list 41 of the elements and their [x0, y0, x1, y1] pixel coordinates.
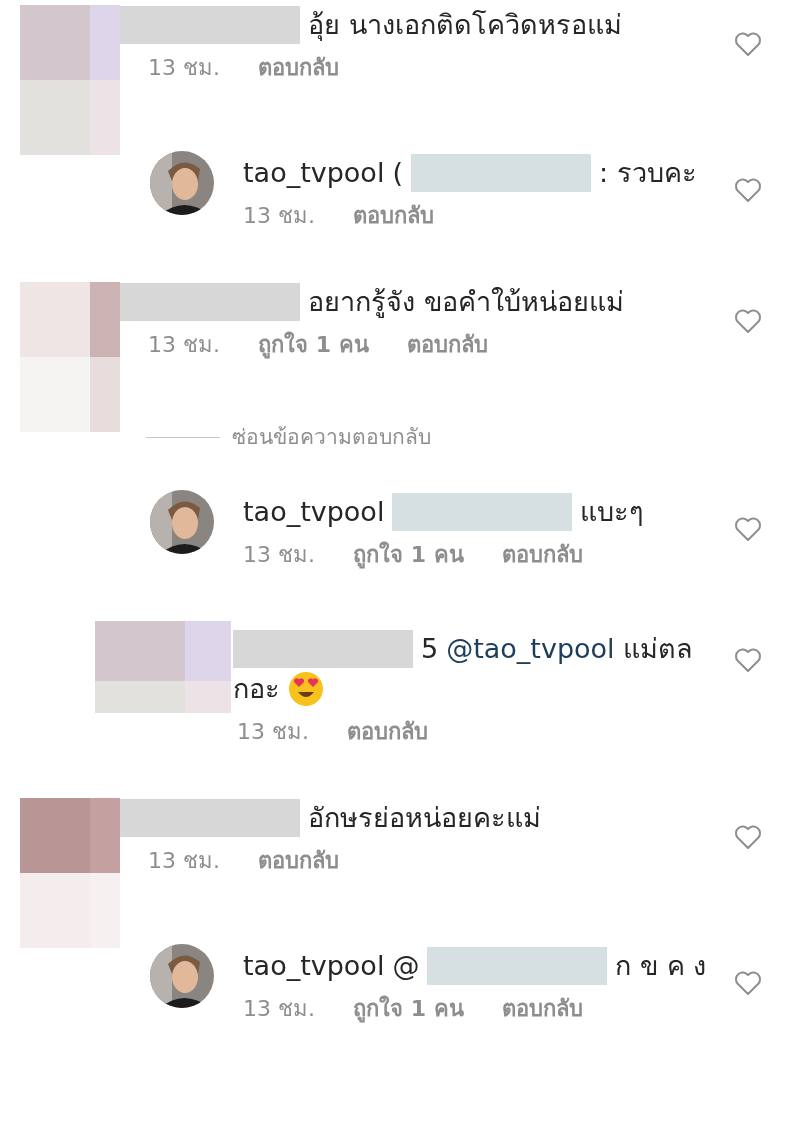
likes-link[interactable]: ถูกใจ 1 คน [258, 328, 369, 361]
heart-icon[interactable] [734, 515, 762, 542]
comment-text: แบะๆ [580, 494, 645, 529]
reply-link[interactable]: ตอบกลับ [501, 991, 583, 1025]
reply-link[interactable]: ตอบกลับ [353, 199, 434, 232]
comment-text: ( [392, 156, 403, 190]
timestamp: 13 ชม. [148, 846, 220, 875]
heart-icon[interactable] [734, 177, 762, 203]
likes-link[interactable]: ถูกใจ 1 คน [353, 537, 464, 571]
mention-link[interactable]: @tao_tvpool [446, 628, 615, 669]
timestamp: 13 ชม. [237, 717, 309, 746]
comment-text: : รวบคะ [598, 156, 697, 190]
timestamp: 13 ชม. [243, 994, 315, 1023]
heart-icon[interactable] [734, 969, 762, 996]
comment-text: 5 [421, 631, 439, 666]
heart-icon[interactable] [734, 31, 762, 57]
comment-text: อักษรย่อหน่อยคะแม่ [308, 800, 541, 835]
timestamp: 13 ชม. [243, 540, 315, 569]
comment-text: @ [392, 948, 420, 983]
heart-icon[interactable] [734, 823, 762, 850]
hide-replies-link[interactable]: ซ่อนข้อความตอบกลับ [232, 422, 431, 454]
comment-text: แม่ตล [622, 631, 693, 666]
heart-eyes-emoji-icon [288, 670, 324, 707]
comment-text: ก ข ค ง [615, 948, 707, 983]
timestamp: 13 ชม. [148, 331, 220, 359]
username[interactable]: tao_tvpool [243, 153, 385, 193]
reply-link[interactable]: ตอบกลับ [406, 328, 488, 361]
timestamp: 13 ชม. [243, 202, 315, 230]
reply-link[interactable]: ตอบกลับ [347, 714, 428, 748]
username[interactable]: tao_tvpool [243, 491, 385, 532]
reply-link[interactable]: ตอบกลับ [501, 537, 583, 571]
timestamp: 13 ชม. [148, 54, 220, 82]
heart-icon[interactable] [734, 646, 762, 673]
likes-link[interactable]: ถูกใจ 1 คน [353, 991, 464, 1025]
comment-text: อยากรู้จัง ขอคำใบ้หน่อยแม่ [308, 285, 624, 320]
heart-icon[interactable] [734, 308, 762, 334]
username[interactable]: tao_tvpool [243, 945, 385, 986]
reply-link[interactable]: ตอบกลับ [258, 843, 339, 877]
comment-text: กอะ [233, 671, 280, 706]
comment-text: อุ้ย นางเอกติดโควิดหรอแม่ [308, 8, 622, 43]
reply-link[interactable]: ตอบกลับ [258, 51, 339, 84]
